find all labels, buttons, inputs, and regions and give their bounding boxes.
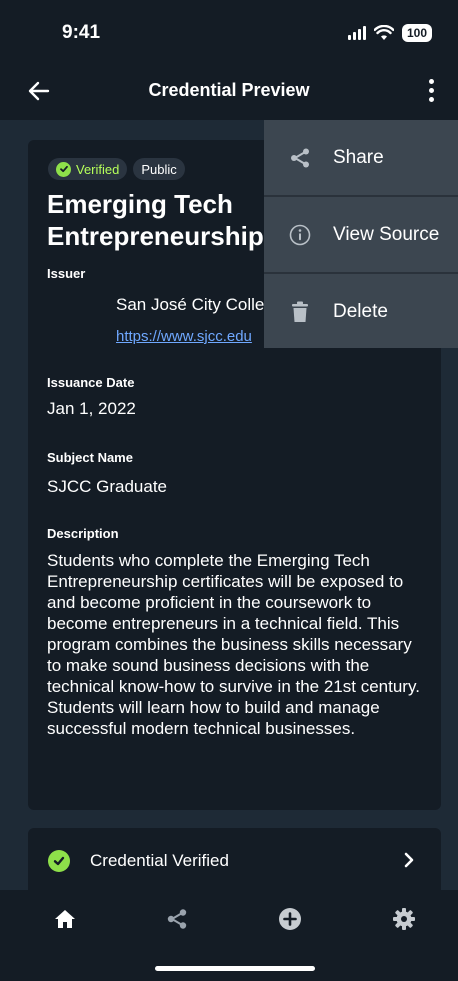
battery-icon: 100: [402, 24, 432, 42]
menu-item-share[interactable]: Share: [264, 120, 458, 196]
menu-item-share-label: Share: [333, 147, 384, 168]
wifi-icon: [374, 25, 394, 40]
page-title: Credential Preview: [148, 80, 310, 100]
description-label: Description: [47, 526, 119, 541]
verified-badge: Verified: [48, 158, 128, 180]
issuer-label: Issuer: [47, 266, 86, 281]
description-text: Students who complete the Emerging Tech …: [47, 551, 420, 738]
public-badge-label: Public: [141, 161, 177, 177]
subject-name-label: Subject Name: [47, 450, 133, 465]
menu-item-view-source-label: View Source: [333, 224, 440, 245]
credential-verified-label: Credential Verified: [90, 851, 229, 870]
issuance-date-value: Jan 1, 2022: [47, 399, 136, 418]
menu-item-delete[interactable]: Delete: [264, 274, 458, 350]
overflow-menu: Share View Source Delete: [264, 120, 458, 348]
badge-group: Verified Public: [48, 158, 185, 180]
app-bar: Credential Preview: [0, 64, 458, 120]
more-vertical-icon[interactable]: [422, 76, 442, 106]
home-icon[interactable]: [52, 906, 78, 932]
plus-circle-icon[interactable]: [277, 906, 303, 932]
check-circle-icon: [48, 850, 70, 872]
issuer-link[interactable]: https://www.sjcc.edu: [116, 328, 252, 345]
info-icon: [288, 223, 312, 247]
trash-icon: [288, 300, 312, 324]
status-icons: 100: [348, 22, 432, 44]
home-indicator: [155, 966, 315, 971]
app-screen: 9:41 100 Credential Preview Verified Pub…: [0, 0, 458, 981]
verified-badge-label: Verified: [76, 161, 120, 177]
signal-icon: [348, 26, 366, 40]
issuer-name: San José City College: [116, 295, 284, 314]
issuance-date-label: Issuance Date: [47, 375, 135, 390]
status-time: 9:41: [62, 22, 101, 43]
menu-item-delete-label: Delete: [333, 301, 388, 322]
credential-verified-row[interactable]: Credential Verified: [28, 828, 441, 890]
chevron-right-icon: [404, 852, 414, 868]
check-circle-icon: [56, 161, 71, 177]
gear-icon[interactable]: [391, 906, 417, 932]
bottom-nav: [0, 890, 458, 981]
subject-name-value: SJCC Graduate: [47, 477, 167, 496]
share-icon: [288, 146, 312, 170]
share-icon[interactable]: [164, 906, 190, 932]
status-bar: 9:41 100: [0, 0, 458, 64]
public-badge: Public: [133, 158, 185, 180]
menu-item-view-source[interactable]: View Source: [264, 197, 458, 273]
